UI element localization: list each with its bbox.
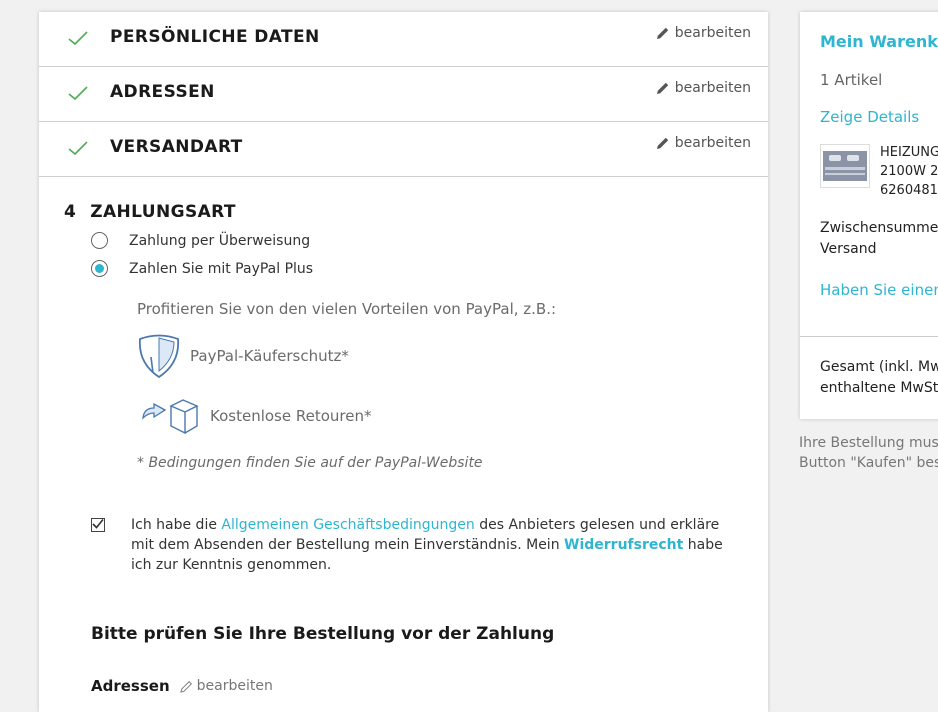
payment-option-paypal-plus[interactable]: Zahlen Sie mit PayPal Plus xyxy=(91,260,313,277)
edit-link-label: bearbeiten xyxy=(196,678,273,694)
paypal-feature-label: PayPal-Käuferschutz* xyxy=(190,347,349,365)
step-title: PERSÖNLICHE DATEN xyxy=(110,27,320,47)
order-note-line: Ihre Bestellung mus xyxy=(799,435,938,451)
review-heading: Bitte prüfen Sie Ihre Bestellung vor der… xyxy=(91,624,555,644)
step-title: VERSANDART xyxy=(110,137,243,157)
product-name-line: 2100W 2 xyxy=(880,164,938,179)
order-note: Ihre Bestellung mus Button "Kaufen" bes xyxy=(799,433,938,473)
step-personal-data: PERSÖNLICHE DATEN bearbeiten xyxy=(39,12,768,67)
edit-link-label: bearbeiten xyxy=(674,80,751,96)
pencil-icon xyxy=(656,82,668,94)
checkmark-icon xyxy=(92,518,104,529)
shield-icon xyxy=(138,334,180,379)
cart-title: Mein Warenkorb xyxy=(820,32,938,51)
paypal-feature-buyer-protection: PayPal-Käuferschutz* xyxy=(136,333,349,379)
edit-link[interactable]: bearbeiten xyxy=(179,678,273,694)
cart-item-count: 1 Artikel xyxy=(820,71,883,89)
cart-summary: Mein Warenkorb 1 Artikel Zeige Details H… xyxy=(800,12,938,419)
product-thumbnail xyxy=(820,144,870,188)
pencil-icon xyxy=(656,27,668,39)
paypal-conditions-note: * Bedingungen finden Sie auf der PayPal-… xyxy=(137,455,483,471)
withdrawal-link[interactable]: Widerrufsrecht xyxy=(564,537,683,553)
paypal-intro: Profitieren Sie von den vielen Vorteilen… xyxy=(137,300,557,318)
radio-button[interactable] xyxy=(91,232,108,249)
edit-link[interactable]: bearbeiten xyxy=(656,80,751,96)
shipping-label: Versand xyxy=(820,241,877,257)
step-title: ADRESSEN xyxy=(110,82,215,102)
payment-title: ZAHLUNGSART xyxy=(90,202,236,222)
checkout-card: PERSÖNLICHE DATEN bearbeiten ADRESSEN be… xyxy=(39,12,768,712)
show-details-link[interactable]: Zeige Details xyxy=(820,108,919,126)
step-shipping: VERSANDART bearbeiten xyxy=(39,122,768,177)
payment-option-label: Zahlen Sie mit PayPal Plus xyxy=(129,260,314,277)
payment-heading: 4 ZAHLUNGSART xyxy=(64,202,236,222)
checkmark-icon xyxy=(68,86,88,101)
pencil-icon xyxy=(656,137,668,149)
checkmark-icon xyxy=(68,141,88,156)
return-box-icon xyxy=(142,399,199,435)
paypal-feature-label: Kostenlose Retouren* xyxy=(210,407,372,425)
paypal-feature-free-returns: Kostenlose Retouren* xyxy=(141,396,371,436)
total-label: Gesamt (inkl. MwSt xyxy=(820,359,938,375)
order-note-line: Button "Kaufen" bes xyxy=(799,455,938,471)
product-name-line: HEIZUNG xyxy=(880,145,938,160)
terms-link[interactable]: Allgemeinen Geschäftsbedingungen xyxy=(221,517,474,533)
radio-button-selected[interactable] xyxy=(91,260,108,277)
subtotal-label: Zwischensumme xyxy=(820,220,938,236)
checkmark-icon xyxy=(68,31,88,46)
divider xyxy=(800,336,938,337)
terms-text: Ich habe die Allgemeinen Geschäftsbeding… xyxy=(131,515,731,575)
vat-label: enthaltene MwSt. xyxy=(820,380,938,396)
coupon-link[interactable]: Haben Sie einen G xyxy=(820,281,938,299)
payment-option-transfer[interactable]: Zahlung per Überweisung xyxy=(91,232,310,249)
step-addresses: ADRESSEN bearbeiten xyxy=(39,67,768,122)
terms-text-part: Ich habe die xyxy=(131,517,222,533)
step-number: 4 xyxy=(64,202,77,222)
review-addresses-label: Adressen xyxy=(91,677,170,695)
product-image xyxy=(823,151,867,181)
product-name-line: 6260481 xyxy=(880,183,938,198)
payment-option-label: Zahlung per Überweisung xyxy=(129,232,311,249)
edit-link[interactable]: bearbeiten xyxy=(656,135,751,151)
pencil-icon xyxy=(179,680,192,693)
edit-link-label: bearbeiten xyxy=(674,25,751,41)
review-addresses: Adressen bearbeiten xyxy=(91,677,273,695)
edit-link-label: bearbeiten xyxy=(674,135,751,151)
terms-checkbox[interactable] xyxy=(91,518,105,532)
product-name: HEIZUNG 2100W 2 6260481 xyxy=(880,143,938,200)
edit-link[interactable]: bearbeiten xyxy=(656,25,751,41)
